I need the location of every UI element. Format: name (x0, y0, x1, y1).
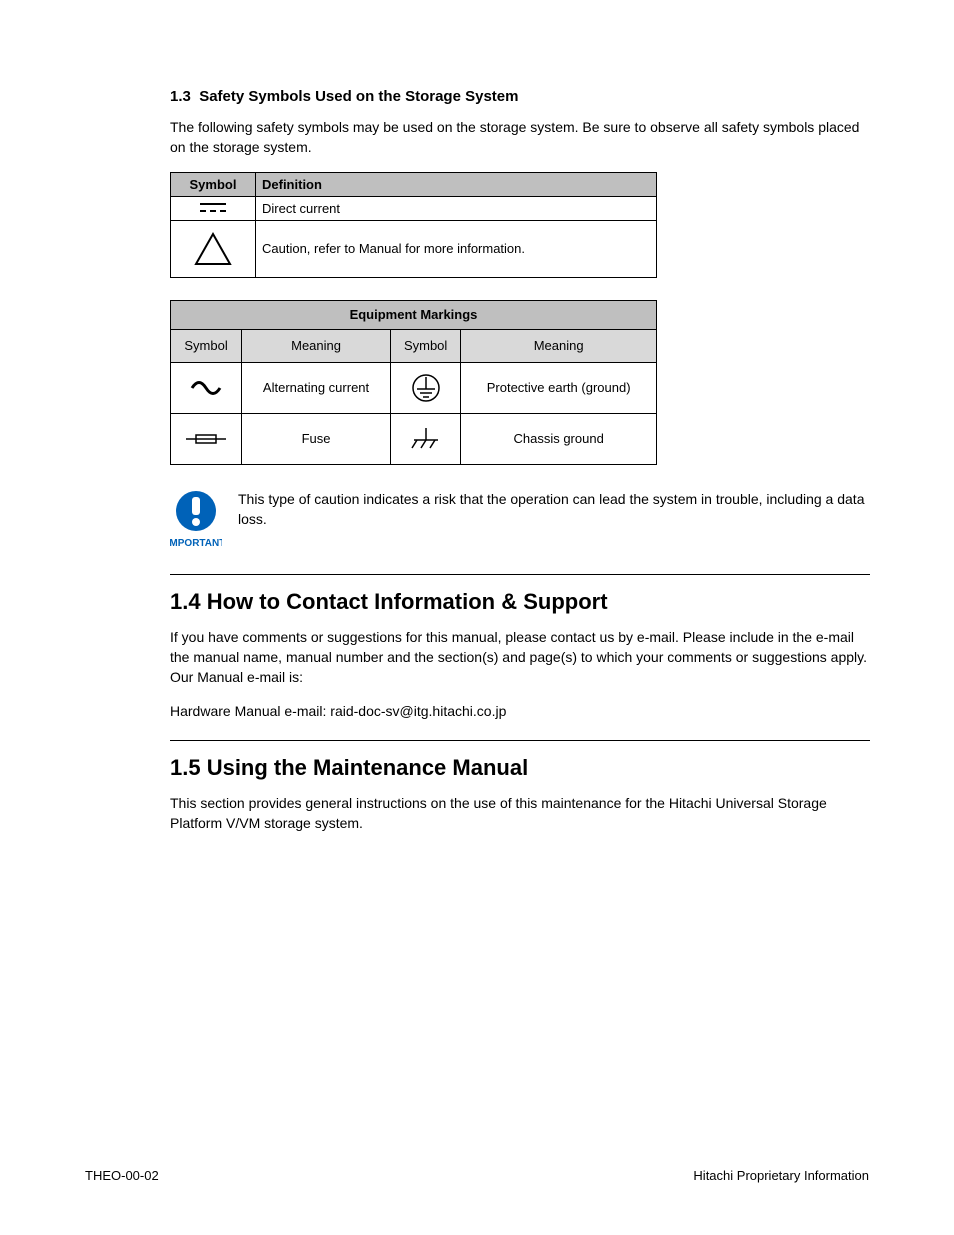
table-header: Meaning (242, 329, 391, 362)
divider (170, 574, 870, 575)
intro-paragraph: The following safety symbols may be used… (170, 117, 870, 158)
table-row: Caution, refer to Manual for more inform… (171, 220, 657, 277)
using-body: This section provides general instructio… (170, 793, 870, 834)
important-text: This type of caution indicates a risk th… (238, 489, 870, 530)
contact-line: Hardware Manual e-mail: raid-doc-sv@itg.… (170, 701, 870, 721)
table-header: Meaning (461, 329, 657, 362)
symbol-meaning: Alternating current (242, 362, 391, 413)
footer-left: THEO-00-02 (85, 1168, 159, 1183)
contact-body: If you have comments or suggestions for … (170, 627, 870, 688)
table-row: Fuse Chassis ground (171, 413, 657, 464)
table-header: Symbol (171, 172, 256, 196)
equipment-markings-table: Equipment Markings Symbol Meaning Symbol… (170, 300, 657, 465)
table-row: Alternating current Protective earth (gr… (171, 362, 657, 413)
table-header: Symbol (171, 329, 242, 362)
safety-symbols-table: Symbol Definition Direct current Caution… (170, 172, 657, 278)
symbol-definition: Direct current (256, 196, 657, 220)
table-header: Definition (256, 172, 657, 196)
symbol-definition: Caution, refer to Manual for more inform… (256, 220, 657, 277)
symbol-meaning: Fuse (242, 413, 391, 464)
symbol-meaning: Protective earth (ground) (461, 362, 657, 413)
footer-right: Hitachi Proprietary Information (693, 1168, 869, 1183)
ac-icon (171, 362, 242, 413)
protective-earth-icon (390, 362, 460, 413)
section-number: 1.3 Safety Symbols Used on the Storage S… (170, 88, 870, 105)
symbol-meaning: Chassis ground (461, 413, 657, 464)
divider (170, 740, 870, 741)
fuse-icon (171, 413, 242, 464)
chassis-ground-icon (390, 413, 460, 464)
using-heading: 1.5 Using the Maintenance Manual (170, 755, 870, 781)
contact-heading: 1.4 How to Contact Information & Support (170, 589, 870, 615)
page-footer: THEO-00-02 Hitachi Proprietary Informati… (85, 1168, 869, 1183)
dc-icon (171, 196, 256, 220)
caution-triangle-icon (171, 220, 256, 277)
table-row: Direct current (171, 196, 657, 220)
table-header: Symbol (390, 329, 460, 362)
svg-text:IMPORTANT: IMPORTANT (170, 538, 222, 549)
important-icon: IMPORTANT (170, 489, 222, 556)
table-title: Equipment Markings (171, 300, 657, 329)
